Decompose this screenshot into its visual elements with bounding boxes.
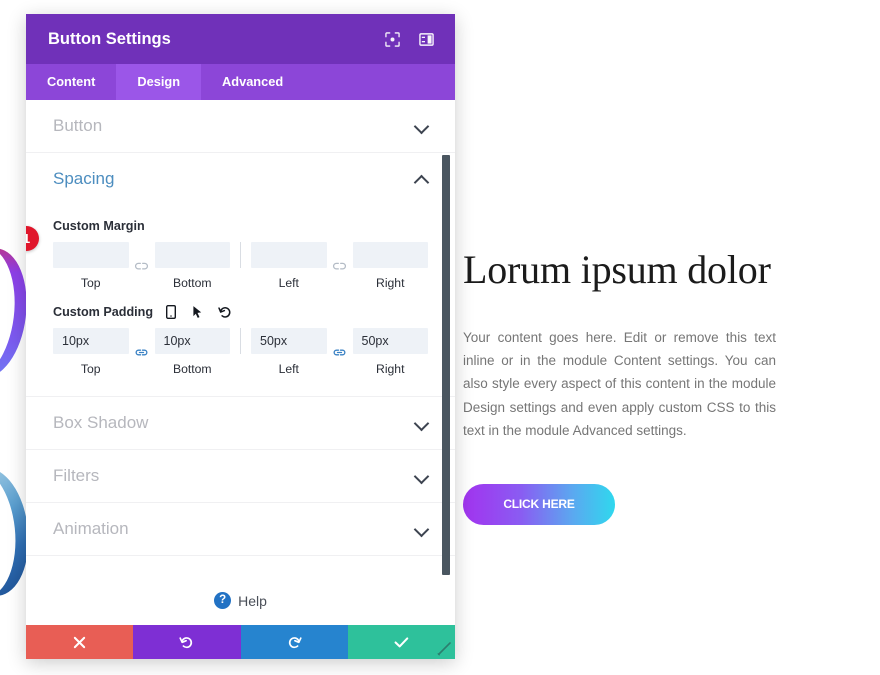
margin-left-field: Left xyxy=(251,242,327,290)
padding-right-label: Right xyxy=(376,362,405,376)
margin-right-label: Right xyxy=(376,276,405,290)
margin-pair-horizontal: Left Right xyxy=(251,242,428,290)
undo-button[interactable] xyxy=(133,625,241,659)
custom-margin-group: Custom Margin Top Bottom Left Right xyxy=(53,219,428,290)
section-filters[interactable]: Filters xyxy=(26,450,455,503)
margin-top-input[interactable] xyxy=(53,242,129,268)
padding-bottom-field: Bottom xyxy=(154,328,230,376)
margin-bottom-input[interactable] xyxy=(154,242,230,268)
padding-top-field: Top xyxy=(53,328,129,376)
margin-right-input[interactable] xyxy=(352,242,428,268)
padding-top-label: Top xyxy=(80,362,101,376)
step-badge: 1 xyxy=(26,226,39,251)
padding-bottom-input[interactable] xyxy=(154,328,230,354)
custom-padding-icon-group xyxy=(163,304,232,319)
tab-advanced[interactable]: Advanced xyxy=(201,64,304,100)
question-mark-icon: ? xyxy=(214,592,232,609)
section-animation[interactable]: Animation xyxy=(26,503,455,556)
button-settings-modal: Button Settings Content Design Advanced … xyxy=(26,14,455,659)
margin-top-label: Top xyxy=(80,276,101,290)
section-button[interactable]: Button xyxy=(26,100,455,153)
chevron-down-icon xyxy=(415,119,429,133)
custom-padding-label-row: Custom Padding xyxy=(53,304,428,319)
padding-left-field: Left xyxy=(251,328,327,376)
scrollbar-thumb[interactable] xyxy=(442,155,450,575)
padding-bottom-label: Bottom xyxy=(172,362,212,376)
custom-margin-label: Custom Margin xyxy=(53,219,145,233)
layout-panel-icon[interactable] xyxy=(415,28,437,50)
padding-right-input[interactable] xyxy=(352,328,428,354)
margin-right-field: Right xyxy=(352,242,428,290)
click-here-button[interactable]: CLICK HERE xyxy=(463,483,615,525)
padding-pair-horizontal: Left Right xyxy=(251,328,428,376)
page-title: Lorum ipsum dolor xyxy=(463,247,771,292)
padding-right-field: Right xyxy=(352,328,428,376)
spacing-panel: Custom Margin Top Bottom Left Right Cust… xyxy=(26,205,455,397)
section-button-label: Button xyxy=(53,116,103,135)
section-animation-label: Animation xyxy=(53,519,129,538)
modal-footer xyxy=(26,625,455,659)
section-spacing[interactable]: Spacing xyxy=(26,153,455,205)
undo-icon xyxy=(179,636,193,648)
chevron-up-icon xyxy=(415,172,429,186)
margin-top-field: Top xyxy=(53,242,129,290)
field-divider xyxy=(240,328,241,354)
page-body-text: Your content goes here. Edit or remove t… xyxy=(463,330,776,438)
margin-link-horizontal-icon[interactable] xyxy=(327,253,353,279)
modal-tabs: Content Design Advanced xyxy=(26,64,455,100)
chevron-down-icon xyxy=(415,416,429,430)
reset-icon[interactable] xyxy=(217,304,232,319)
help-label: Help xyxy=(238,592,267,609)
cursor-hover-icon[interactable] xyxy=(190,304,205,319)
check-icon xyxy=(394,636,409,647)
modal-header: Button Settings xyxy=(26,14,455,64)
modal-body: Button Spacing Custom Margin Top Bottom … xyxy=(26,100,455,625)
section-filters-label: Filters xyxy=(53,466,100,485)
padding-link-horizontal-icon[interactable] xyxy=(327,339,353,365)
padding-left-input[interactable] xyxy=(251,328,327,354)
resize-handle[interactable] xyxy=(433,637,455,659)
field-divider xyxy=(240,242,241,268)
custom-margin-fields: Top Bottom Left Right xyxy=(53,242,428,290)
page-content-column: Lorum ipsum dolor Your content goes here… xyxy=(463,0,803,525)
chevron-down-icon xyxy=(415,469,429,483)
custom-padding-fields: Top Bottom xyxy=(53,328,428,376)
close-icon xyxy=(73,636,86,648)
chevron-down-icon xyxy=(415,522,429,536)
margin-link-vertical-icon[interactable] xyxy=(129,253,155,279)
padding-link-vertical-icon[interactable] xyxy=(129,339,155,365)
section-box-shadow-label: Box Shadow xyxy=(53,413,149,432)
section-box-shadow[interactable]: Box Shadow xyxy=(26,397,455,450)
margin-left-label: Left xyxy=(278,276,299,290)
margin-pair-vertical: Top Bottom xyxy=(53,242,230,290)
margin-bottom-label: Bottom xyxy=(172,276,212,290)
redo-button[interactable] xyxy=(240,625,348,659)
modal-scrollbar[interactable] xyxy=(441,100,452,625)
margin-left-input[interactable] xyxy=(251,242,327,268)
custom-padding-group: Custom Padding 10px Top 10px Bottom 50px… xyxy=(53,304,428,376)
padding-pair-vertical: Top Bottom xyxy=(53,328,230,376)
tab-design[interactable]: Design xyxy=(116,64,202,100)
section-spacing-label: Spacing xyxy=(53,169,115,188)
cancel-button[interactable] xyxy=(26,625,134,659)
margin-bottom-field: Bottom xyxy=(154,242,230,290)
mobile-device-icon[interactable] xyxy=(163,304,178,319)
custom-padding-label: Custom Padding xyxy=(53,304,154,319)
tab-content[interactable]: Content xyxy=(26,64,116,100)
padding-left-label: Left xyxy=(278,362,299,376)
focus-frame-icon[interactable] xyxy=(381,28,403,50)
redo-icon xyxy=(288,636,302,648)
modal-title: Button Settings xyxy=(48,29,171,48)
padding-top-input[interactable] xyxy=(53,328,129,354)
help-link[interactable]: ? Help xyxy=(26,592,455,609)
